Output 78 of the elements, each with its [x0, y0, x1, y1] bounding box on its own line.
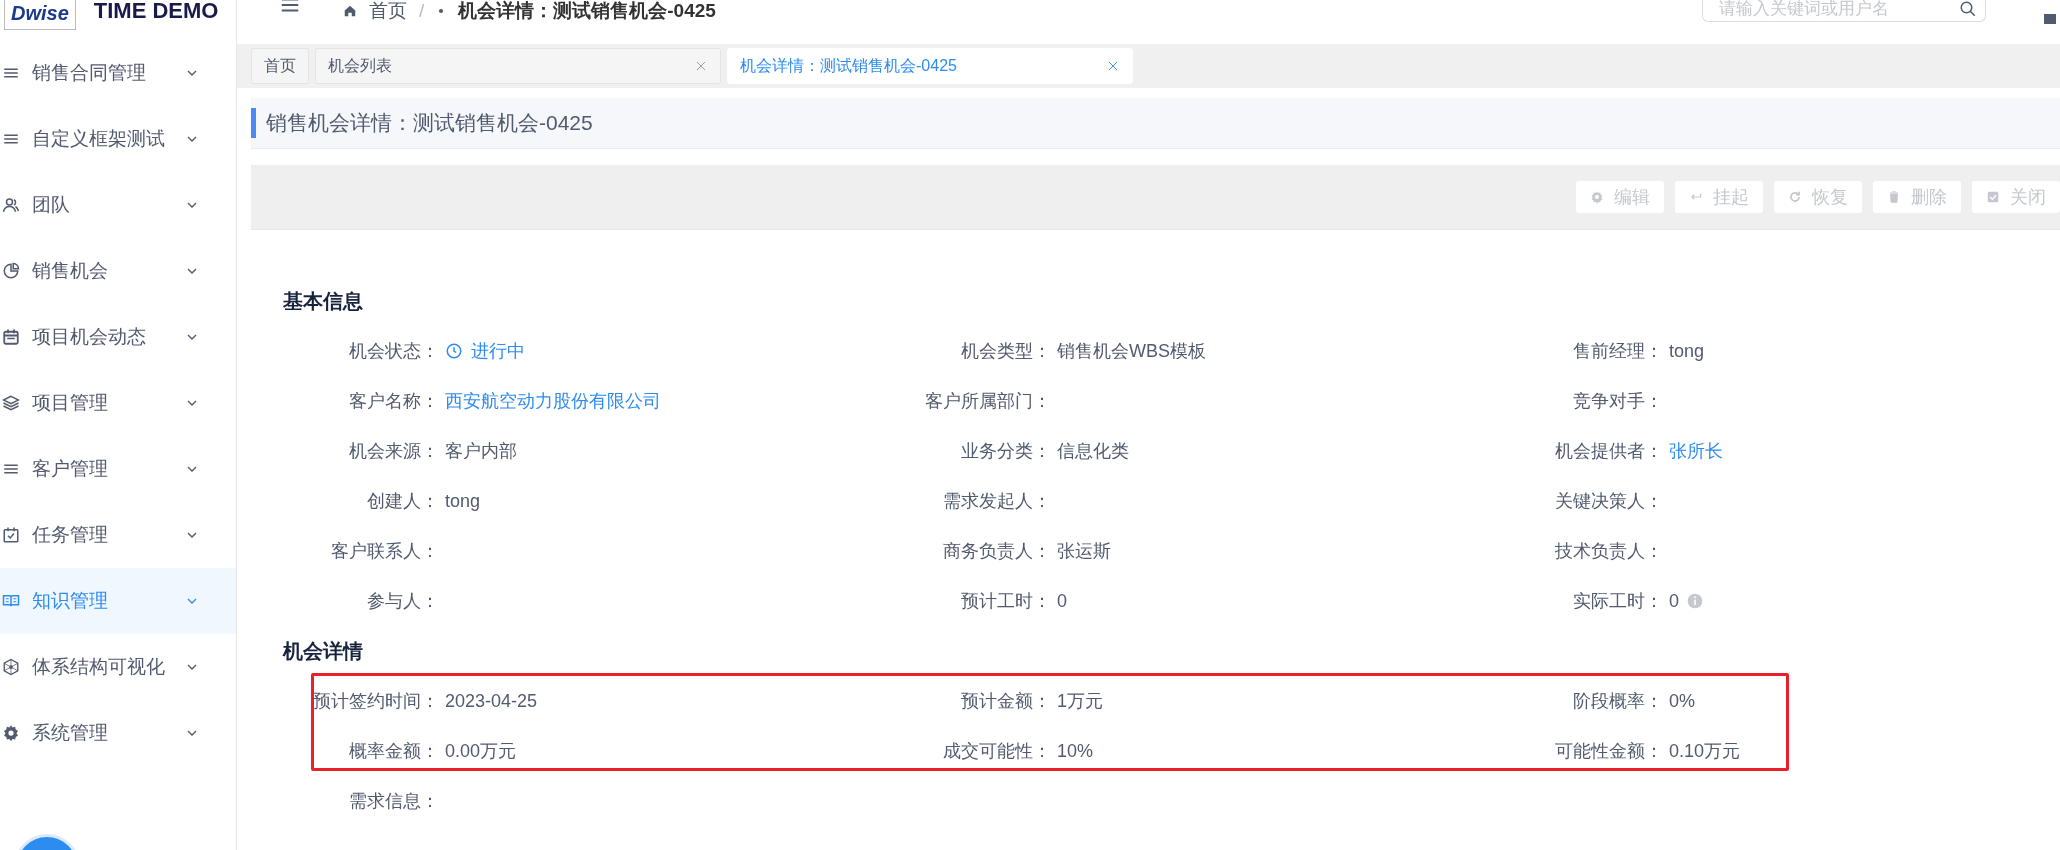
network-icon — [2, 658, 20, 676]
field-label: 创建人： — [366, 490, 439, 513]
field-value: 0 — [1669, 590, 1679, 612]
field-value: tong — [1669, 340, 1705, 362]
app-title: TIME DEMO — [93, 0, 219, 24]
trash-icon — [1887, 190, 1901, 204]
field-value: 0.10万元 — [1669, 740, 1741, 763]
refresh-icon — [1788, 190, 1802, 204]
field-label: 实际工时： — [1572, 590, 1663, 613]
field-label: 成交可能性： — [942, 740, 1051, 763]
field-label: 预计签约时间： — [312, 690, 439, 713]
field-link[interactable]: 西安航空动力股份有限公司 — [445, 389, 661, 413]
field-label: 机会来源： — [348, 440, 439, 463]
sidebar-item[interactable]: 销售合同管理 — [0, 40, 236, 106]
field-label: 竞争对手： — [1572, 390, 1663, 413]
sidebar-item[interactable]: 销售机会 — [0, 238, 236, 304]
section-title: 基本信息 — [283, 289, 364, 314]
tab[interactable]: 机会详情：测试销售机会-0425 — [727, 48, 1133, 84]
field-value: 1万元 — [1057, 690, 1103, 713]
field-value: 信息化类 — [1057, 440, 1129, 463]
section-title: 机会详情 — [283, 639, 364, 664]
sidebar-item[interactable]: 客户管理 — [0, 436, 236, 502]
field-label: 售前经理： — [1572, 340, 1663, 363]
field-label: 需求发起人： — [942, 490, 1051, 513]
calendar-icon — [2, 328, 20, 346]
field-label: 客户所属部门： — [924, 390, 1051, 413]
checkbox-icon — [1986, 190, 2000, 204]
field-label: 客户联系人： — [330, 540, 439, 563]
field-label: 业务分类： — [960, 440, 1051, 463]
field-label: 商务负责人： — [942, 540, 1051, 563]
breadcrumb-current: 机会详情：测试销售机会-0425 — [458, 0, 716, 23]
people-icon — [2, 196, 20, 214]
field-link[interactable]: 张所长 — [1669, 439, 1723, 463]
breadcrumb-separator: / — [419, 0, 425, 22]
field-value: 2023-04-25 — [445, 690, 538, 712]
sidebar-item[interactable]: 团队 — [0, 172, 236, 238]
calendar-check-icon — [2, 526, 20, 544]
field-label: 机会类型： — [960, 340, 1051, 363]
tab[interactable]: 机会列表 — [315, 48, 721, 84]
breadcrumb-link[interactable]: 首页 — [369, 0, 407, 24]
pie-chart-icon — [2, 262, 20, 280]
field-label: 概率金额： — [348, 740, 439, 763]
field-value: 销售机会WBS模板 — [1057, 340, 1206, 363]
field-label: 需求信息： — [348, 790, 439, 813]
field-label: 技术负责人： — [1554, 540, 1663, 563]
field-label: 预计金额： — [960, 690, 1051, 713]
sidebar-item[interactable]: 项目管理 — [0, 370, 236, 436]
logo: Dwise — [4, 0, 76, 30]
field-value: tong — [445, 490, 481, 512]
search-icon — [1959, 0, 1977, 18]
sidebar-item[interactable]: 任务管理 — [0, 502, 236, 568]
field-label: 预计工时： — [960, 590, 1051, 613]
page-title: 销售机会详情：测试销售机会-0425 — [251, 108, 593, 138]
field-value: 0.00万元 — [445, 740, 517, 763]
info-icon — [1687, 593, 1703, 609]
field-label: 可能性金额： — [1554, 740, 1663, 763]
field-label: 阶段概率： — [1572, 690, 1663, 713]
field-label: 客户名称： — [348, 390, 439, 413]
field-value: 0 — [1057, 590, 1067, 612]
field-label: 参与人： — [366, 590, 439, 613]
sidebar-item[interactable]: 项目机会动态 — [0, 304, 236, 370]
field-value: 10% — [1057, 740, 1094, 762]
status-value: 进行中 — [471, 340, 525, 363]
field-value: 张运斯 — [1057, 540, 1111, 563]
field-label: 机会状态： — [348, 340, 439, 363]
home-icon — [343, 4, 357, 18]
sidebar-item[interactable]: 系统管理 — [0, 700, 236, 766]
field-value: 0% — [1669, 690, 1695, 712]
search-field[interactable]: 请输入关键词或用户名 — [1702, 0, 1986, 22]
sidebar-item[interactable]: 自定义框架测试 — [0, 106, 236, 172]
sidebar-item[interactable]: 体系结构可视化 — [0, 634, 236, 700]
field-label: 机会提供者： — [1554, 440, 1663, 463]
tab[interactable]: 首页 — [251, 48, 309, 84]
gear-icon — [1590, 190, 1604, 204]
clock-icon — [445, 342, 463, 360]
field-label: 关键决策人： — [1554, 490, 1663, 513]
field-value: 客户内部 — [445, 440, 517, 463]
layers-icon — [2, 394, 20, 412]
